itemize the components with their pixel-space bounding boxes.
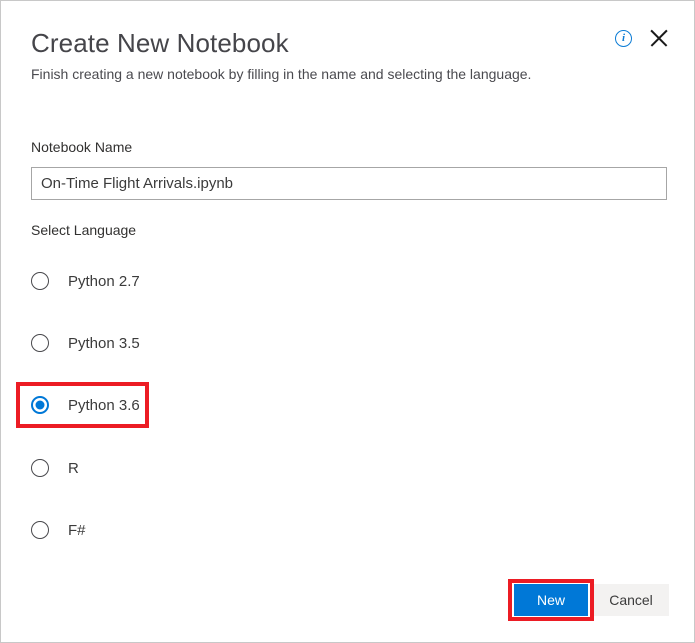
notebook-name-label: Notebook Name	[31, 139, 132, 155]
radio-indicator	[31, 272, 49, 290]
dialog-header-actions: i	[615, 27, 670, 49]
radio-indicator	[31, 521, 49, 539]
radio-label: R	[68, 460, 79, 477]
radio-option-python-35[interactable]: Python 3.5	[31, 333, 140, 353]
close-icon[interactable]	[648, 27, 670, 49]
radio-label: Python 2.7	[68, 273, 140, 290]
radio-indicator	[31, 334, 49, 352]
radio-option-python-36[interactable]: Python 3.6	[31, 395, 140, 415]
radio-option-r[interactable]: R	[31, 458, 79, 478]
create-new-notebook-dialog: i Create New Notebook Finish creating a …	[0, 0, 695, 643]
notebook-name-input[interactable]	[31, 167, 667, 200]
radio-label: Python 3.6	[68, 397, 140, 414]
radio-label: F#	[68, 522, 86, 539]
radio-option-python-27[interactable]: Python 2.7	[31, 271, 140, 291]
cancel-button[interactable]: Cancel	[593, 584, 669, 616]
radio-indicator-selected	[31, 396, 49, 414]
page-subtitle: Finish creating a new notebook by fillin…	[31, 66, 531, 82]
radio-indicator	[31, 459, 49, 477]
radio-option-fsharp[interactable]: F#	[31, 520, 86, 540]
info-icon[interactable]: i	[615, 30, 632, 47]
new-button[interactable]: New	[514, 584, 588, 616]
select-language-label: Select Language	[31, 222, 136, 238]
radio-label: Python 3.5	[68, 335, 140, 352]
page-title: Create New Notebook	[31, 28, 289, 59]
